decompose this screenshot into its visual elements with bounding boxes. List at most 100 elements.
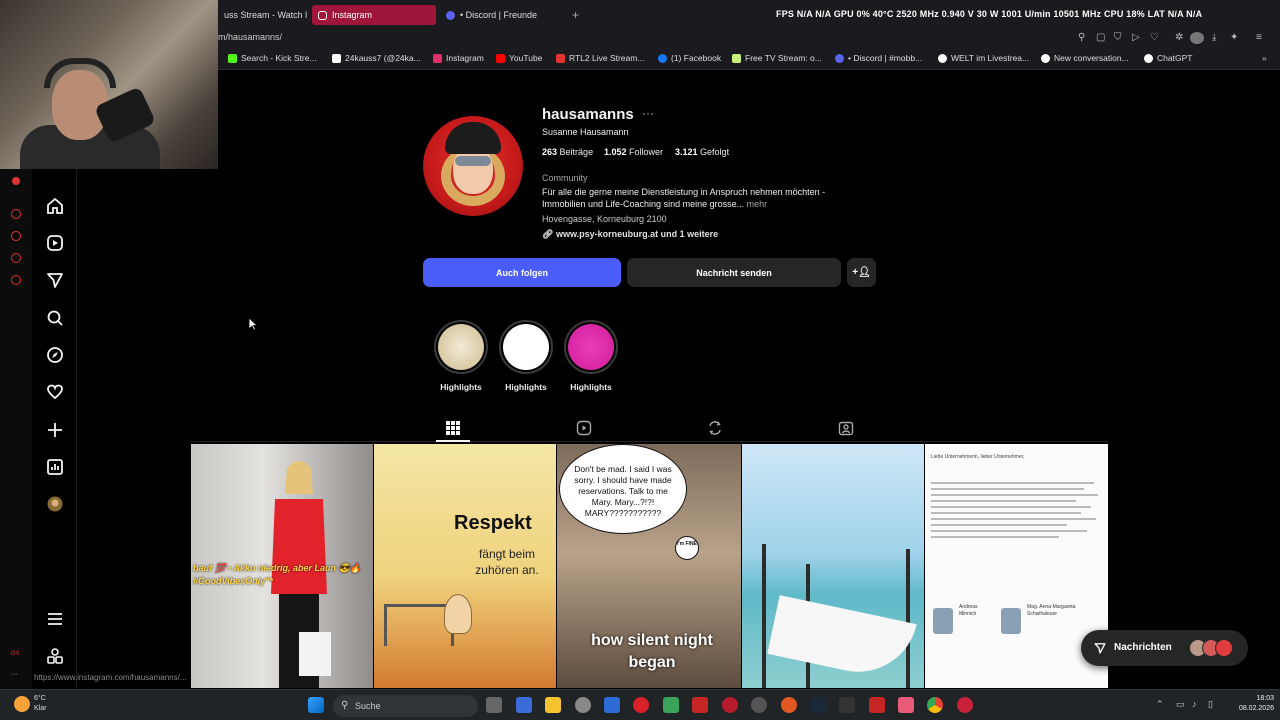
ai-icon[interactable]: ✦	[1230, 32, 1238, 43]
profile-options-icon[interactable]: ···	[642, 106, 654, 120]
profile-avatar-icon[interactable]	[1190, 32, 1204, 44]
volume-icon[interactable]: ♪	[1192, 699, 1197, 709]
post-tile-2[interactable]: Respekt fängt beim zuhören an.	[374, 444, 556, 688]
suggested-users-button[interactable]: +👤︎	[847, 258, 876, 287]
bookmark-free-tv[interactable]: Free TV Stream: o...	[732, 53, 822, 63]
steam-icon[interactable]	[810, 697, 826, 713]
send-message-button[interactable]: Nachricht senden	[627, 258, 841, 287]
twitch-icon[interactable]	[11, 253, 21, 263]
taskbar-search[interactable]: ⚲ Suche	[333, 695, 478, 717]
menu-icon[interactable]: ≡	[1256, 32, 1262, 43]
taskbar-clock[interactable]: 18:03 08.02.2026	[1228, 694, 1274, 714]
stream-app-icon[interactable]	[692, 697, 708, 713]
post-5-letter-text: Liebe Unternehmerin, lieber Unternehmer,	[931, 454, 1025, 460]
widgets-icon[interactable]	[516, 697, 532, 713]
tab-reposts-icon[interactable]	[707, 420, 723, 436]
app-icon[interactable]	[722, 697, 738, 713]
tab-discord[interactable]: • Discord | Freunde	[440, 5, 560, 25]
app-icon[interactable]	[781, 697, 797, 713]
chrome-icon[interactable]	[927, 697, 943, 713]
weather-widget[interactable]: 6°C Klar	[34, 694, 46, 714]
more-menu-icon[interactable]	[45, 609, 65, 629]
profile-avatar[interactable]	[423, 116, 523, 216]
task-view-icon[interactable]	[486, 697, 502, 713]
start-menu-icon[interactable]	[308, 697, 324, 713]
vpn-app-icon[interactable]	[604, 697, 620, 713]
download-icon[interactable]: ⤓	[1212, 32, 1216, 43]
reels-icon[interactable]	[45, 233, 65, 253]
url-text[interactable]: m/hausamanns/	[218, 32, 282, 42]
bookmark-label: RTL2 Live Stream...	[569, 53, 645, 63]
play-icon[interactable]: ▷	[1132, 32, 1140, 43]
rtl2-icon	[556, 53, 565, 63]
post-tile-3[interactable]: Don't be mad. I said I was sorry. I shou…	[557, 444, 741, 688]
bookmark-chatgpt[interactable]: ChatGPT	[1144, 53, 1192, 63]
bookmark-welt[interactable]: WELT im Livestrea...	[938, 53, 1029, 63]
pin-icon[interactable]: ⚲	[1078, 32, 1085, 43]
profile-avatar-icon[interactable]	[45, 494, 65, 514]
gx-icon[interactable]: GX	[11, 651, 21, 661]
game-app-icon[interactable]	[663, 697, 679, 713]
follow-back-button[interactable]: Auch folgen	[423, 258, 621, 287]
heart-icon[interactable]: ♡	[1150, 32, 1159, 43]
tab-kick-stream[interactable]: uss Stream - Watch l	[218, 5, 308, 25]
post-tile-1[interactable]: bauf 💯 • Akku niedrig, aber Laun 😎🔥 #Goo…	[191, 444, 373, 688]
bio-more-link[interactable]: mehr	[747, 199, 768, 209]
highlight-3[interactable]	[564, 320, 618, 374]
history-icon[interactable]	[11, 231, 21, 241]
network-icon[interactable]: ▭	[1176, 699, 1185, 710]
tab-reels-icon[interactable]	[576, 420, 592, 436]
opera-gx-icon[interactable]	[957, 697, 973, 713]
bookmark-facebook[interactable]: (1) Facebook	[658, 53, 721, 63]
explore-icon[interactable]	[45, 345, 65, 365]
app-icon[interactable]	[869, 697, 885, 713]
epic-games-icon[interactable]	[839, 697, 855, 713]
player-icon[interactable]	[11, 209, 21, 219]
settings-icon[interactable]	[11, 275, 21, 285]
following-count[interactable]: 3.121 Gefolgt	[675, 147, 729, 157]
post-2-subtitle: fängt beim zuhören an.	[475, 547, 539, 577]
weather-icon[interactable]	[14, 696, 30, 712]
profile-link[interactable]: 🔗︎ www.psy-korneuburg.at und 1 weitere	[542, 229, 718, 240]
tab-instagram[interactable]: Instagram	[312, 5, 436, 25]
notifications-heart-icon[interactable]	[45, 382, 65, 402]
battery-icon[interactable]: ▯	[1208, 699, 1213, 710]
highlight-2[interactable]	[499, 320, 553, 374]
file-explorer-icon[interactable]	[545, 697, 561, 713]
search-icon[interactable]	[45, 308, 65, 328]
record-icon[interactable]	[12, 177, 20, 185]
new-tab-button[interactable]: +	[566, 5, 582, 25]
instagram-sidebar	[32, 169, 77, 689]
screenshot-icon[interactable]: ▢	[1096, 32, 1105, 43]
bookmark-rtl2[interactable]: RTL2 Live Stream...	[556, 53, 644, 63]
bookmark-youtube[interactable]: YouTube	[496, 53, 542, 63]
app-icon[interactable]	[751, 697, 767, 713]
opera-app-icon[interactable]	[633, 697, 649, 713]
extensions-icon[interactable]: ✲	[1175, 32, 1183, 43]
messages-icon[interactable]	[45, 270, 65, 290]
home-icon[interactable]	[45, 196, 65, 216]
tab-tagged-icon[interactable]	[838, 420, 854, 436]
bookmarks-overflow-icon[interactable]: »	[1262, 53, 1267, 63]
highlight-1[interactable]	[434, 320, 488, 374]
mouse-app-icon[interactable]	[575, 697, 591, 713]
app-icon[interactable]	[898, 697, 914, 713]
post-4-pole	[906, 549, 910, 688]
dashboard-icon[interactable]	[45, 457, 65, 477]
bookmark-kick[interactable]: Search - Kick Stre...	[228, 53, 317, 63]
tray-overflow-icon[interactable]: ⌃	[1156, 699, 1164, 710]
messages-floating-button[interactable]: Nachrichten	[1081, 630, 1248, 666]
followers-count-value: 1.052	[604, 147, 627, 157]
bookmark-instagram[interactable]: Instagram	[433, 53, 484, 63]
bookmark-tiktok[interactable]: 24kauss7 (@24ka...	[332, 53, 421, 63]
more-icon[interactable]: ···	[11, 671, 21, 681]
followers-count[interactable]: 1.052 Follower	[604, 147, 663, 157]
create-plus-icon[interactable]	[45, 420, 65, 440]
bookmark-discord[interactable]: • Discord | #mobb...	[835, 53, 922, 63]
post-tile-4[interactable]	[742, 444, 924, 688]
bio-line-2: Immobilien und Life-Coaching sind meine …	[542, 199, 767, 209]
meta-apps-icon[interactable]	[45, 646, 65, 666]
tab-posts-grid-icon[interactable]	[445, 420, 461, 436]
shield-icon[interactable]: ⛉	[1114, 32, 1122, 43]
bookmark-new-conversation[interactable]: New conversation...	[1041, 53, 1129, 63]
